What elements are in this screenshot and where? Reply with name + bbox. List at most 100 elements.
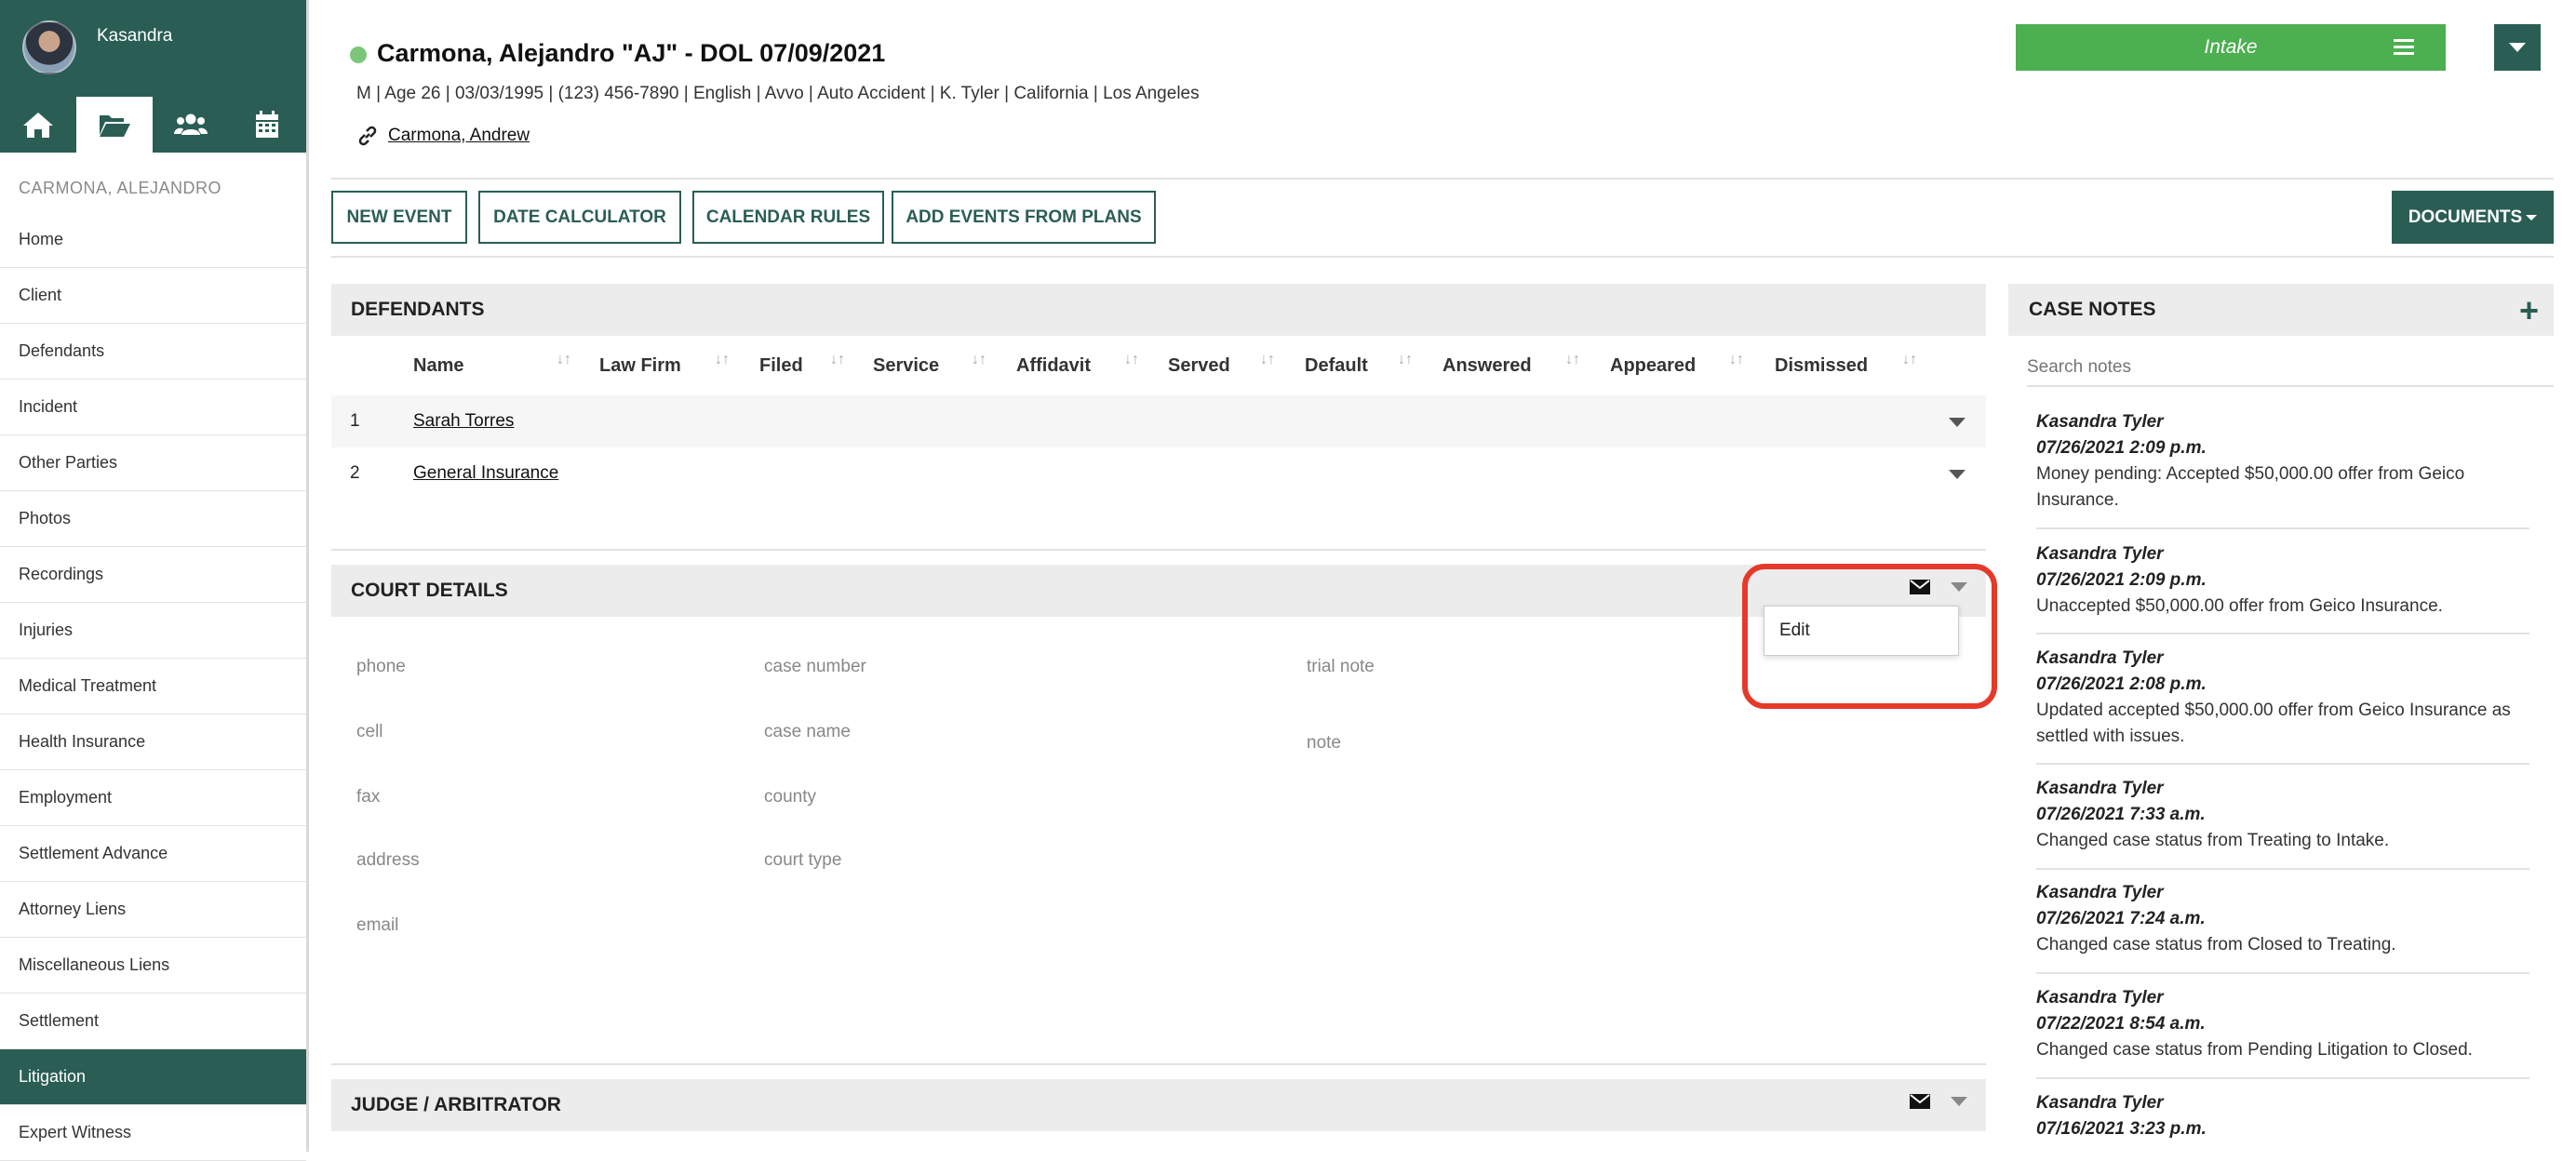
column-header-service[interactable]: Service bbox=[873, 355, 939, 377]
court-details-header: COURT DETAILS bbox=[331, 565, 1986, 617]
defendant-name-link[interactable]: General Insurance bbox=[413, 463, 558, 484]
column-header-affidavit[interactable]: Affidavit bbox=[1016, 355, 1091, 377]
sidebar-item-miscellaneous-liens[interactable]: Miscellaneous Liens bbox=[0, 938, 306, 994]
note-text: Changed case status from Pending Litigat… bbox=[2036, 1037, 2529, 1063]
sidebar-item-expert-witness[interactable]: Expert Witness bbox=[0, 1105, 306, 1161]
divider bbox=[2036, 1077, 2529, 1079]
calendar-rules-button[interactable]: CALENDAR RULES bbox=[692, 191, 884, 244]
divider bbox=[2036, 633, 2529, 634]
column-header-appeared[interactable]: Appeared bbox=[1610, 355, 1696, 377]
case-menu-toggle[interactable] bbox=[2494, 24, 2541, 71]
note-date: 07/16/2021 3:23 p.m. bbox=[2036, 1116, 2529, 1142]
sidebar-item-health-insurance[interactable]: Health Insurance bbox=[0, 714, 306, 770]
sort-icon[interactable]: ↓↑ bbox=[1729, 352, 1744, 368]
sidebar: Kasandra CARMONA, ALEJANDRO Home Client … bbox=[0, 0, 309, 1152]
add-events-from-plans-button[interactable]: ADD EVENTS FROM PLANS bbox=[892, 191, 1156, 244]
date-calculator-button[interactable]: DATE CALCULATOR bbox=[478, 191, 681, 244]
linked-contact-link[interactable]: Carmona, Andrew bbox=[388, 126, 530, 146]
defendant-name-link[interactable]: Sarah Torres bbox=[413, 411, 514, 432]
sidebar-item-medical-treatment[interactable]: Medical Treatment bbox=[0, 659, 306, 714]
sort-icon[interactable]: ↓↑ bbox=[1260, 352, 1275, 368]
defendants-header: DEFENDANTS bbox=[331, 284, 1986, 336]
caret-down-icon bbox=[2509, 42, 2526, 53]
case-notes-header: CASE NOTES + bbox=[2008, 284, 2554, 336]
field-trial-note: trial note bbox=[1307, 657, 1375, 677]
sidebar-item-incident[interactable]: Incident bbox=[0, 380, 306, 435]
linked-contact: Carmona, Andrew bbox=[356, 125, 530, 147]
case-notes-title: CASE NOTES bbox=[2029, 299, 2156, 321]
divider bbox=[331, 256, 2554, 258]
column-header-answered[interactable]: Answered bbox=[1442, 355, 1532, 377]
field-fax: fax bbox=[356, 787, 380, 807]
sidebar-item-home[interactable]: Home bbox=[0, 212, 306, 268]
user-profile[interactable]: Kasandra bbox=[22, 20, 172, 74]
sidebar-item-attorney-liens[interactable]: Attorney Liens bbox=[0, 882, 306, 938]
add-note-button[interactable]: + bbox=[2519, 291, 2539, 330]
sort-icon[interactable]: ↓↑ bbox=[1902, 352, 1917, 368]
nav-cases-button[interactable] bbox=[76, 97, 153, 153]
column-header-filed[interactable]: Filed bbox=[759, 355, 803, 377]
caret-down-icon[interactable] bbox=[1949, 418, 1966, 427]
home-icon bbox=[21, 110, 55, 140]
sidebar-item-injuries[interactable]: Injuries bbox=[0, 603, 306, 659]
caret-down-icon[interactable] bbox=[1949, 470, 1966, 479]
sidebar-header: Kasandra bbox=[0, 0, 306, 153]
sort-icon[interactable]: ↓↑ bbox=[557, 352, 571, 368]
sort-icon[interactable]: ↓↑ bbox=[1565, 352, 1580, 368]
sidebar-item-client[interactable]: Client bbox=[0, 268, 306, 324]
judge-title: JUDGE / ARBITRATOR bbox=[351, 1094, 561, 1116]
nav-contacts-button[interactable] bbox=[153, 97, 229, 153]
divider bbox=[2036, 868, 2529, 870]
sidebar-item-litigation[interactable]: Litigation bbox=[0, 1049, 306, 1105]
nav-calendar-button[interactable] bbox=[229, 97, 305, 153]
username: Kasandra bbox=[97, 26, 172, 47]
page-title: Carmona, Alejandro "AJ" - DOL 07/09/2021 bbox=[377, 39, 885, 68]
case-status-button[interactable]: Intake bbox=[2016, 24, 2446, 71]
sidebar-item-recordings[interactable]: Recordings bbox=[0, 547, 306, 603]
envelope-icon[interactable] bbox=[1910, 1094, 1930, 1109]
divider bbox=[331, 549, 1986, 551]
note-date: 07/26/2021 2:09 p.m. bbox=[2036, 567, 2529, 594]
documents-button[interactable]: DOCUMENTS bbox=[2392, 191, 2554, 244]
sort-icon[interactable]: ↓↑ bbox=[1124, 352, 1139, 368]
defendants-title: DEFENDANTS bbox=[351, 299, 485, 321]
sidebar-item-employment[interactable]: Employment bbox=[0, 770, 306, 826]
note-date: 07/22/2021 8:54 a.m. bbox=[2036, 1011, 2529, 1037]
caret-down-icon[interactable] bbox=[1951, 1097, 1967, 1106]
note-item: Kasandra Tyler 07/26/2021 2:09 p.m. Mone… bbox=[2036, 409, 2529, 514]
avatar[interactable] bbox=[22, 20, 76, 74]
new-event-button[interactable]: NEW EVENT bbox=[331, 191, 467, 244]
users-icon bbox=[174, 110, 208, 140]
column-header-name[interactable]: Name bbox=[413, 355, 463, 377]
field-note: note bbox=[1307, 733, 1341, 754]
column-header-dismissed[interactable]: Dismissed bbox=[1775, 355, 1868, 377]
table-row[interactable]: 1 Sarah Torres bbox=[331, 395, 1986, 447]
sort-icon[interactable]: ↓↑ bbox=[1398, 352, 1413, 368]
nav-home-button[interactable] bbox=[0, 97, 76, 153]
documents-label: DOCUMENTS bbox=[2408, 207, 2522, 228]
notes-search-input[interactable] bbox=[2027, 350, 2554, 387]
sidebar-item-other-parties[interactable]: Other Parties bbox=[0, 435, 306, 491]
note-author: Kasandra Tyler bbox=[2036, 646, 2529, 672]
divider bbox=[331, 178, 2554, 180]
field-county: county bbox=[764, 787, 816, 807]
column-header-served[interactable]: Served bbox=[1168, 355, 1230, 377]
note-author: Kasandra Tyler bbox=[2036, 541, 2529, 567]
field-email: email bbox=[356, 915, 398, 936]
sidebar-item-defendants[interactable]: Defendants bbox=[0, 324, 306, 380]
table-row[interactable]: 2 General Insurance bbox=[331, 447, 1986, 500]
column-header-default[interactable]: Default bbox=[1305, 355, 1368, 377]
note-item: Kasandra Tyler 07/22/2021 8:54 a.m. Chan… bbox=[2036, 985, 2529, 1063]
field-court-type: court type bbox=[764, 850, 841, 871]
sort-icon[interactable]: ↓↑ bbox=[715, 352, 730, 368]
sidebar-item-settlement[interactable]: Settlement bbox=[0, 994, 306, 1049]
field-phone: phone bbox=[356, 657, 406, 677]
sort-icon[interactable]: ↓↑ bbox=[972, 352, 986, 368]
sidebar-item-settlement-advance[interactable]: Settlement Advance bbox=[0, 826, 306, 882]
highlight-annotation bbox=[1742, 564, 1997, 709]
row-number: 1 bbox=[350, 411, 360, 432]
note-author: Kasandra Tyler bbox=[2036, 409, 2529, 435]
column-header-law-firm[interactable]: Law Firm bbox=[599, 355, 681, 377]
sidebar-item-photos[interactable]: Photos bbox=[0, 491, 306, 547]
sort-icon[interactable]: ↓↑ bbox=[830, 352, 845, 368]
